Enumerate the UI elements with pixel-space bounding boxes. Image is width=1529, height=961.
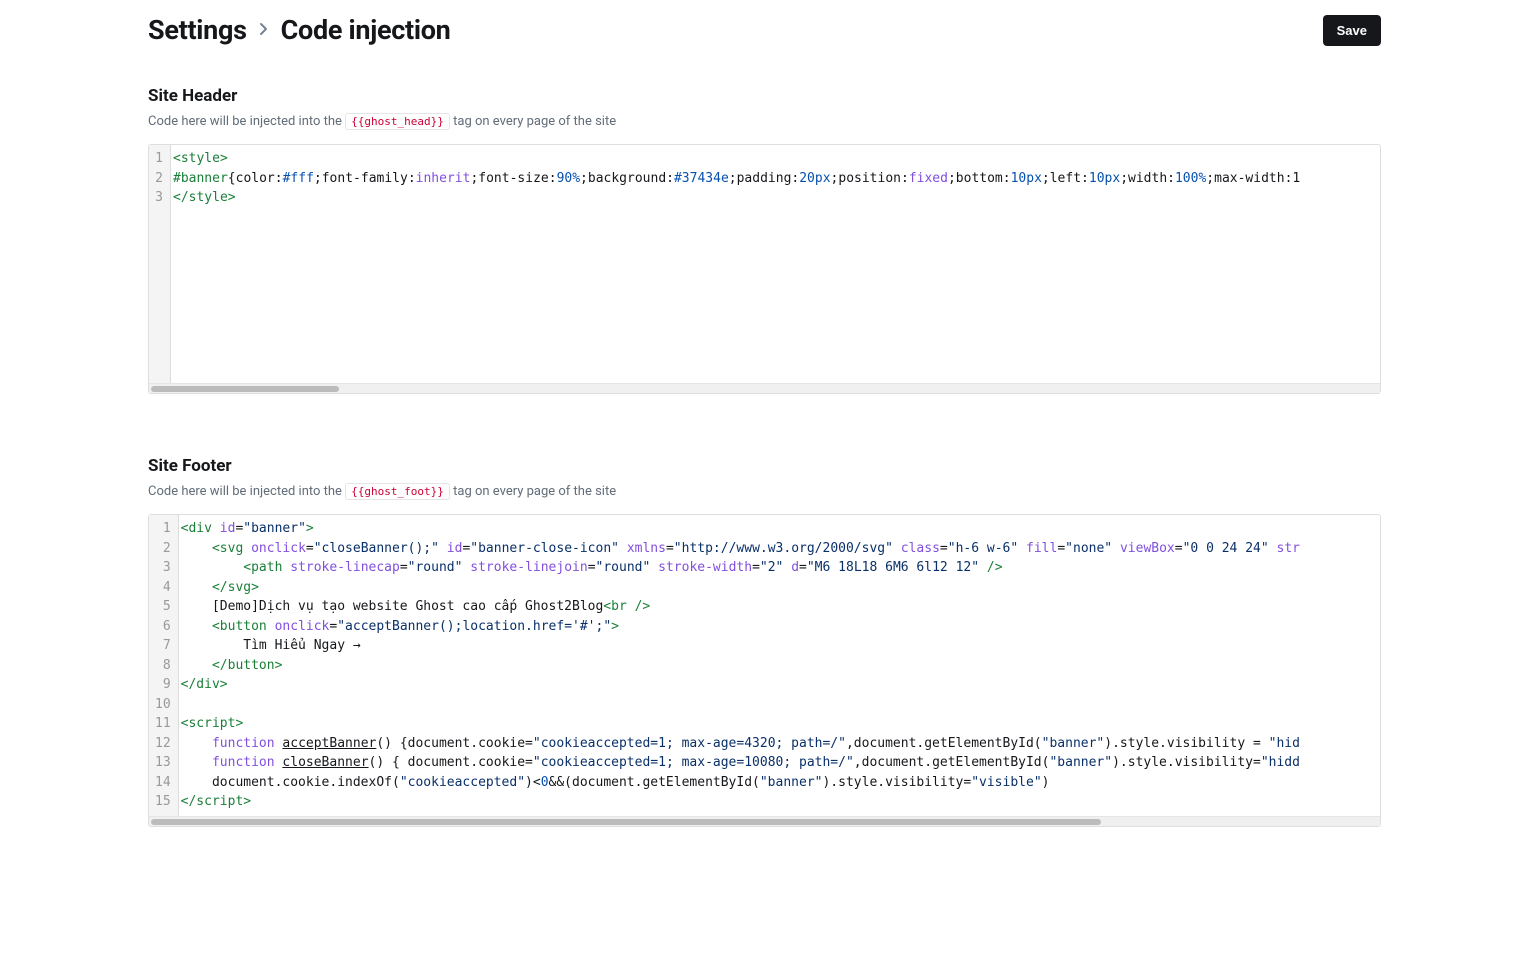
horizontal-scrollbar[interactable] (149, 816, 1380, 826)
horizontal-scrollbar[interactable] (149, 383, 1380, 393)
breadcrumb-current: Code injection (281, 14, 451, 46)
site-header-description: Code here will be injected into the {{gh… (148, 113, 1381, 130)
site-footer-description: Code here will be injected into the {{gh… (148, 483, 1381, 500)
site-header-title: Site Header (148, 86, 1381, 106)
scrollbar-thumb[interactable] (151, 386, 339, 392)
ghost-foot-tag: {{ghost_foot}} (345, 483, 450, 500)
editor-code[interactable]: <div id="banner"> <svg onclick="closeBan… (179, 515, 1380, 816)
ghost-head-tag: {{ghost_head}} (345, 113, 450, 130)
breadcrumb: Settings Code injection (148, 14, 450, 46)
editor-code[interactable]: <style>#banner{color:#fff;font-family:in… (171, 145, 1380, 383)
site-header-editor[interactable]: 123 <style>#banner{color:#fff;font-famil… (148, 144, 1381, 394)
breadcrumb-parent[interactable]: Settings (148, 14, 247, 46)
editor-gutter: 123 (149, 145, 171, 383)
site-footer-section: Site Footer Code here will be injected i… (148, 456, 1381, 857)
page-header: Settings Code injection Save (148, 0, 1381, 60)
editor-gutter: 123456789101112131415 (149, 515, 179, 816)
site-footer-title: Site Footer (148, 456, 1381, 476)
chevron-right-icon (259, 20, 269, 41)
site-header-section: Site Header Code here will be injected i… (148, 86, 1381, 394)
save-button[interactable]: Save (1323, 15, 1381, 46)
site-footer-editor[interactable]: 123456789101112131415 <div id="banner"> … (148, 514, 1381, 827)
scrollbar-thumb[interactable] (151, 819, 1101, 825)
